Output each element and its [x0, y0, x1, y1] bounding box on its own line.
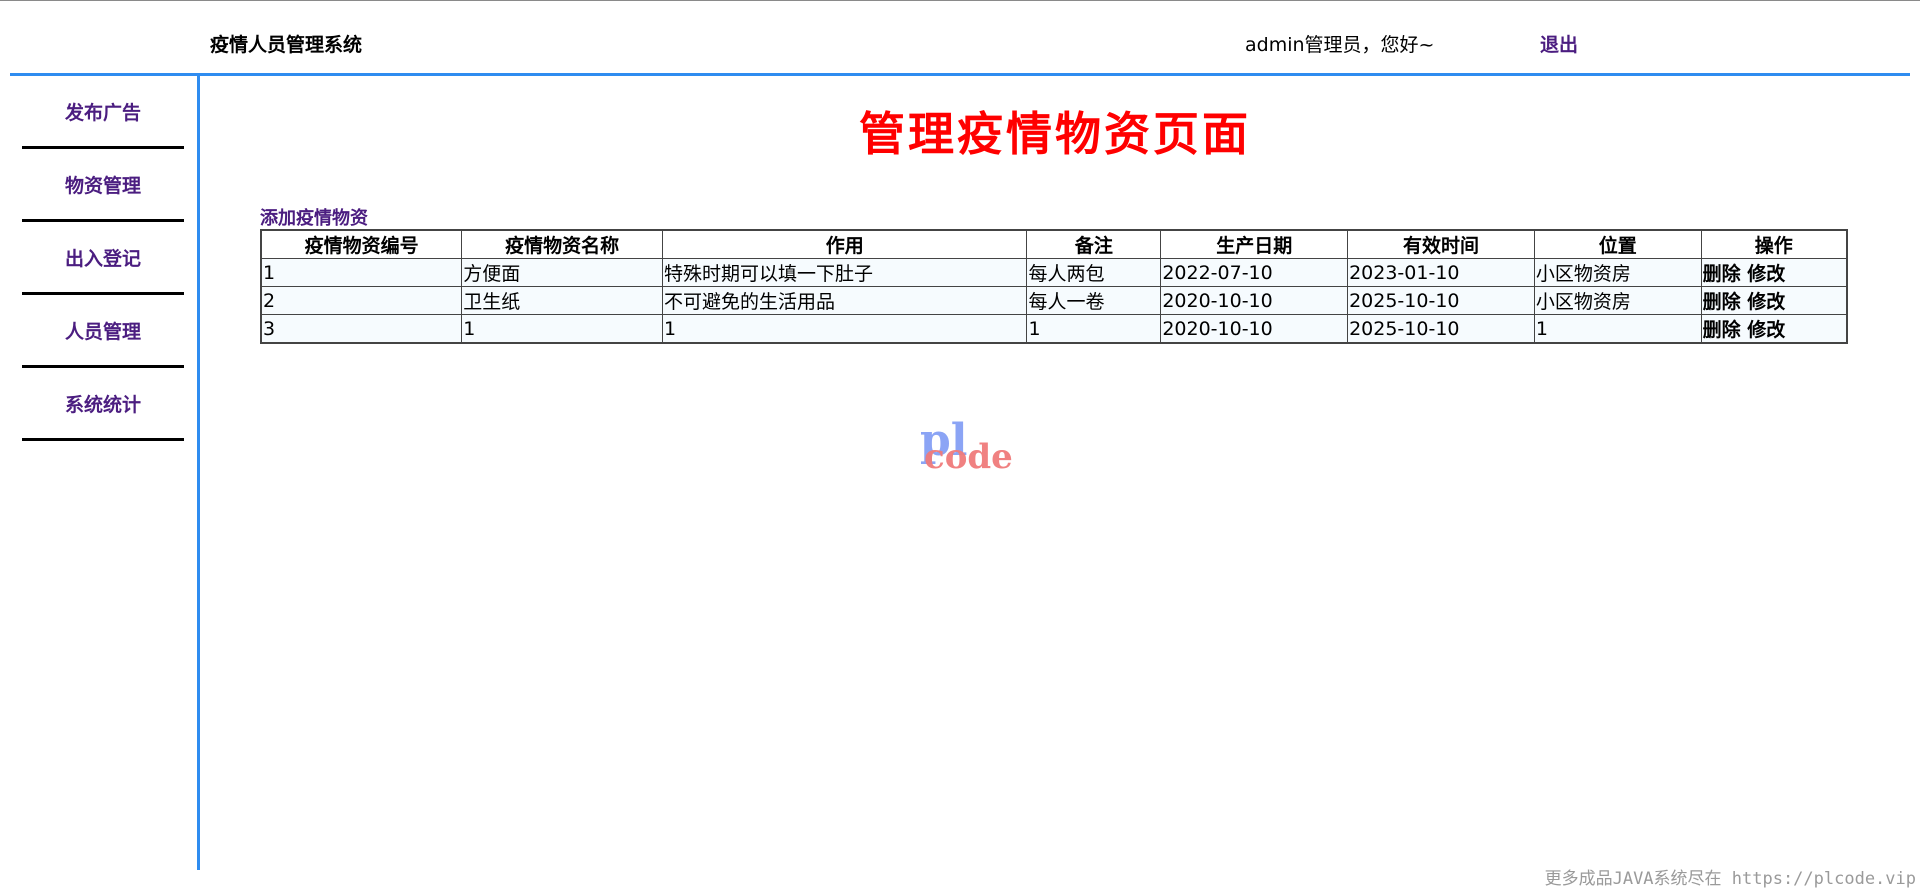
edit-link[interactable]: 修改 [1747, 263, 1785, 285]
table-row: 2 卫生纸 不可避免的生活用品 每人一卷 2020-10-10 2025-10-… [260, 286, 1848, 315]
sidebar-item-entry-exit-registration[interactable]: 出入登记 [22, 222, 184, 295]
table-row: 1 方便面 特殊时期可以填一下肚子 每人两包 2022-07-10 2023-0… [260, 258, 1848, 287]
cell-name: 卫生纸 [461, 286, 663, 315]
page-title: 管理疫情物资页面 [859, 107, 1251, 161]
logout-link[interactable]: 退出 [1540, 30, 1578, 57]
sidebar-item-personnel-management[interactable]: 人员管理 [22, 295, 184, 368]
add-supply-link[interactable]: 添加疫情物资 [260, 204, 368, 230]
cell-production-date: 2020-10-10 [1160, 286, 1349, 315]
table-row: 3 1 1 1 2020-10-10 2025-10-10 1 删除 修改 [260, 314, 1848, 344]
cell-purpose: 1 [661, 314, 1028, 344]
cell-note: 每人两包 [1026, 258, 1162, 287]
cell-note: 每人一卷 [1026, 286, 1162, 315]
column-header-location: 位置 [1533, 229, 1702, 259]
footer-watermark: 更多成品JAVA系统尽在 https://plcode.vip [1544, 869, 1916, 889]
sidebar-item-supplies-management[interactable]: 物资管理 [22, 149, 184, 222]
cell-actions: 删除 修改 [1700, 286, 1848, 315]
header-divider [10, 73, 1910, 76]
app-title: 疫情人员管理系统 [210, 34, 363, 56]
user-greeting: admin管理员，您好~ [1245, 34, 1435, 56]
cell-location: 小区物资房 [1533, 286, 1702, 315]
column-header-production-date: 生产日期 [1160, 229, 1349, 259]
sidebar-divider [197, 76, 200, 870]
cell-production-date: 2020-10-10 [1160, 314, 1349, 344]
cell-actions: 删除 修改 [1700, 314, 1848, 344]
column-header-id: 疫情物资编号 [260, 229, 463, 259]
column-header-valid-until: 有效时间 [1347, 229, 1535, 259]
edit-link[interactable]: 修改 [1747, 291, 1785, 313]
cell-location: 1 [1533, 314, 1702, 344]
cell-valid-until: 2025-10-10 [1347, 286, 1535, 315]
cell-id: 1 [260, 258, 463, 287]
watermark-logo: pl code [920, 415, 1020, 485]
sidebar-nav: 发布广告 物资管理 出入登记 人员管理 系统统计 [22, 76, 184, 441]
cell-id: 3 [260, 314, 463, 344]
sidebar-item-publish-ads[interactable]: 发布广告 [22, 76, 184, 149]
table-header-row: 疫情物资编号 疫情物资名称 作用 备注 生产日期 有效时间 位置 操作 [260, 229, 1848, 259]
cell-purpose: 特殊时期可以填一下肚子 [661, 258, 1028, 287]
column-header-actions: 操作 [1700, 229, 1848, 259]
cell-name: 方便面 [461, 258, 663, 287]
column-header-note: 备注 [1026, 229, 1162, 259]
cell-id: 2 [260, 286, 463, 315]
cell-valid-until: 2023-01-10 [1347, 258, 1535, 287]
delete-link[interactable]: 删除 [1703, 319, 1741, 341]
column-header-name: 疫情物资名称 [461, 229, 663, 259]
column-header-purpose: 作用 [661, 229, 1028, 259]
delete-link[interactable]: 删除 [1703, 291, 1741, 313]
sidebar-item-system-statistics[interactable]: 系统统计 [22, 368, 184, 441]
header: 疫情人员管理系统 admin管理员，您好~ 退出 [10, 1, 1910, 74]
cell-valid-until: 2025-10-10 [1347, 314, 1535, 344]
cell-purpose: 不可避免的生活用品 [661, 286, 1028, 315]
edit-link[interactable]: 修改 [1747, 319, 1785, 341]
cell-note: 1 [1026, 314, 1162, 344]
delete-link[interactable]: 删除 [1703, 263, 1741, 285]
cell-location: 小区物资房 [1533, 258, 1702, 287]
supplies-table: 疫情物资编号 疫情物资名称 作用 备注 生产日期 有效时间 位置 操作 1 方便… [260, 229, 1848, 344]
cell-name: 1 [461, 314, 663, 344]
cell-actions: 删除 修改 [1700, 258, 1848, 287]
cell-production-date: 2022-07-10 [1160, 258, 1349, 287]
watermark-logo-bottom: code [924, 437, 1013, 477]
